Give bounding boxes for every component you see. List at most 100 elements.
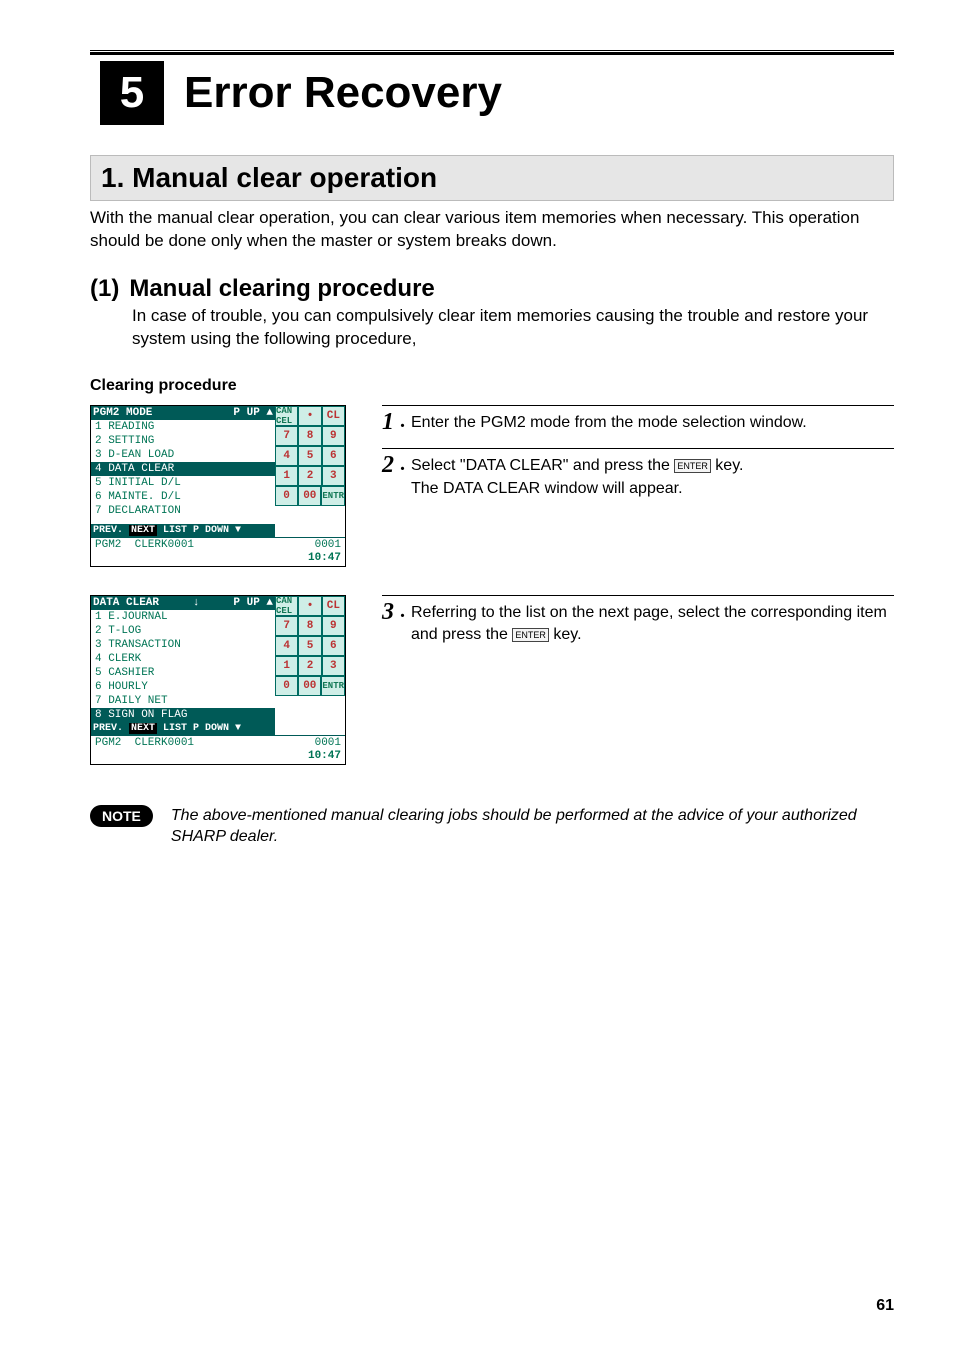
keypad-2: 2	[298, 656, 321, 676]
clearing-procedure-label: Clearing procedure	[90, 377, 894, 395]
steps-block-2: 3. Referring to the list on the next page…	[382, 595, 894, 661]
keypad-0: 0	[275, 486, 298, 506]
section-bar: 1. Manual clear operation	[90, 155, 894, 201]
step-dot: .	[400, 600, 405, 623]
section-title: 1. Manual clear operation	[101, 162, 437, 193]
keypad-cl: CL	[322, 596, 345, 616]
screen2-nav: PREV. NEXT LIST P DOWN ▼	[91, 722, 275, 735]
s2-status-right: 0001	[315, 737, 341, 749]
subsection-body: In case of trouble, you can compulsively…	[132, 305, 894, 351]
step-2: 2. Select "DATA CLEAR" and press the ENTE…	[382, 453, 894, 500]
step-number: 3	[382, 600, 394, 624]
screen2-item-1: 1 E.JOURNAL	[91, 610, 275, 624]
enter-key-icon: ENTER	[674, 459, 711, 474]
keypad-cancel: CAN CEL	[275, 596, 298, 616]
screen1-item-1: 1 READING	[91, 420, 275, 434]
keypad-cancel: CAN CEL	[275, 406, 298, 426]
s1-time: 10:47	[91, 552, 345, 566]
step-1: 1.Enter the PGM2 mode from the mode sele…	[382, 410, 894, 434]
keypad-7: 7	[275, 616, 298, 636]
keypad-cl: CL	[322, 406, 345, 426]
step-3: 3. Referring to the list on the next page…	[382, 600, 894, 647]
chapter-title: Error Recovery	[184, 68, 502, 118]
screen1-pup: P UP ▲	[233, 407, 273, 419]
top-rule	[90, 50, 894, 55]
screen2-item-3: 3 TRANSACTION	[91, 638, 275, 652]
s1-status-mid: CLERK0001	[135, 539, 194, 551]
keypad-0: 0	[275, 676, 298, 696]
keypad-entr: ENTR	[321, 676, 345, 696]
screen1-item-7: 7 DECLARATION	[91, 504, 275, 518]
page-number: 61	[876, 1297, 894, 1315]
keypad-8: 8	[298, 616, 321, 636]
screen1-title: PGM2 MODE	[93, 407, 152, 419]
s2-status-left: PGM2	[95, 737, 121, 749]
keypad-4: 4	[275, 636, 298, 656]
keypad-5: 5	[298, 636, 321, 656]
step-dot: .	[400, 453, 405, 476]
keypad-7: 7	[275, 426, 298, 446]
screen2-item-4: 4 CLERK	[91, 652, 275, 666]
nav-list: LIST	[163, 525, 187, 536]
s2-status-mid: CLERK0001	[135, 737, 194, 749]
keypad-00: 00	[298, 676, 321, 696]
nav-next: NEXT	[129, 525, 157, 536]
nav-prev: PREV.	[93, 525, 123, 536]
keypad-2: CAN CEL•CL789456123000ENTR	[275, 596, 345, 735]
nav-prev: PREV.	[93, 723, 123, 734]
chapter-number: 5	[120, 68, 144, 118]
screen2-item-6: 6 HOURLY	[91, 680, 275, 694]
keypad-2: 2	[298, 466, 321, 486]
screen1-item-5: 5 INITIAL D/L	[91, 476, 275, 490]
step-dot: .	[400, 410, 405, 433]
keypad-: •	[298, 406, 321, 426]
keypad-00: 00	[298, 486, 321, 506]
step-text: Enter the PGM2 mode from the mode select…	[411, 410, 894, 434]
keypad-4: 4	[275, 446, 298, 466]
keypad-6: 6	[322, 636, 345, 656]
screen1-item-3: 3 D-EAN LOAD	[91, 448, 275, 462]
keypad-9: 9	[322, 426, 345, 446]
pgm2-mode-screen: PGM2 MODE P UP ▲ 1 READING 2 SETTING 3 D…	[90, 405, 346, 567]
screen2-arrow: ↓	[159, 597, 233, 609]
keypad-9: 9	[322, 616, 345, 636]
s2-time: 10:47	[91, 750, 345, 764]
keypad-: •	[298, 596, 321, 616]
steps-block-1: 1.Enter the PGM2 mode from the mode sele…	[382, 405, 894, 514]
data-clear-screen: DATA CLEAR ↓ P UP ▲ 1 E.JOURNAL 2 T-LOG …	[90, 595, 346, 765]
screen1-item-6: 6 MAINTE. D/L	[91, 490, 275, 504]
subsection-heading: (1) Manual clearing procedure	[90, 275, 894, 303]
screen1-item-4: 4 DATA CLEAR	[91, 462, 275, 476]
keypad-3: 3	[322, 466, 345, 486]
screen2-item-7: 7 DAILY NET	[91, 694, 275, 708]
note-text: The above-mentioned manual clearing jobs…	[171, 805, 894, 848]
keypad-1: CAN CEL•CL789456123000ENTR	[275, 406, 345, 537]
keypad-entr: ENTR	[321, 486, 345, 506]
step-text: Select "DATA CLEAR" and press the ENTER …	[411, 453, 894, 500]
s1-status-left: PGM2	[95, 539, 121, 551]
keypad-5: 5	[298, 446, 321, 466]
intro-text: With the manual clear operation, you can…	[90, 207, 894, 253]
screen2-item-8: 8 SIGN ON FLAG	[91, 708, 275, 722]
s1-status-right: 0001	[315, 539, 341, 551]
note-row: NOTE The above-mentioned manual clearing…	[90, 805, 894, 848]
screen2-item-2: 2 T-LOG	[91, 624, 275, 638]
keypad-6: 6	[322, 446, 345, 466]
screen2-item-5: 5 CASHIER	[91, 666, 275, 680]
keypad-1: 1	[275, 466, 298, 486]
screen1-nav: PREV. NEXT LIST P DOWN ▼	[91, 524, 275, 537]
step-text: Referring to the list on the next page, …	[411, 600, 894, 647]
subsection-number: (1)	[90, 275, 119, 303]
keypad-8: 8	[298, 426, 321, 446]
note-badge: NOTE	[90, 805, 153, 827]
step-number: 2	[382, 453, 394, 477]
keypad-3: 3	[322, 656, 345, 676]
nav-next: NEXT	[129, 723, 157, 734]
subsection-title: Manual clearing procedure	[129, 275, 434, 303]
keypad-1: 1	[275, 656, 298, 676]
screen2-pup: P UP ▲	[233, 597, 273, 609]
nav-pdown: P DOWN ▼	[193, 723, 241, 734]
screen1-item-2: 2 SETTING	[91, 434, 275, 448]
nav-pdown: P DOWN ▼	[193, 525, 241, 536]
nav-list: LIST	[163, 723, 187, 734]
